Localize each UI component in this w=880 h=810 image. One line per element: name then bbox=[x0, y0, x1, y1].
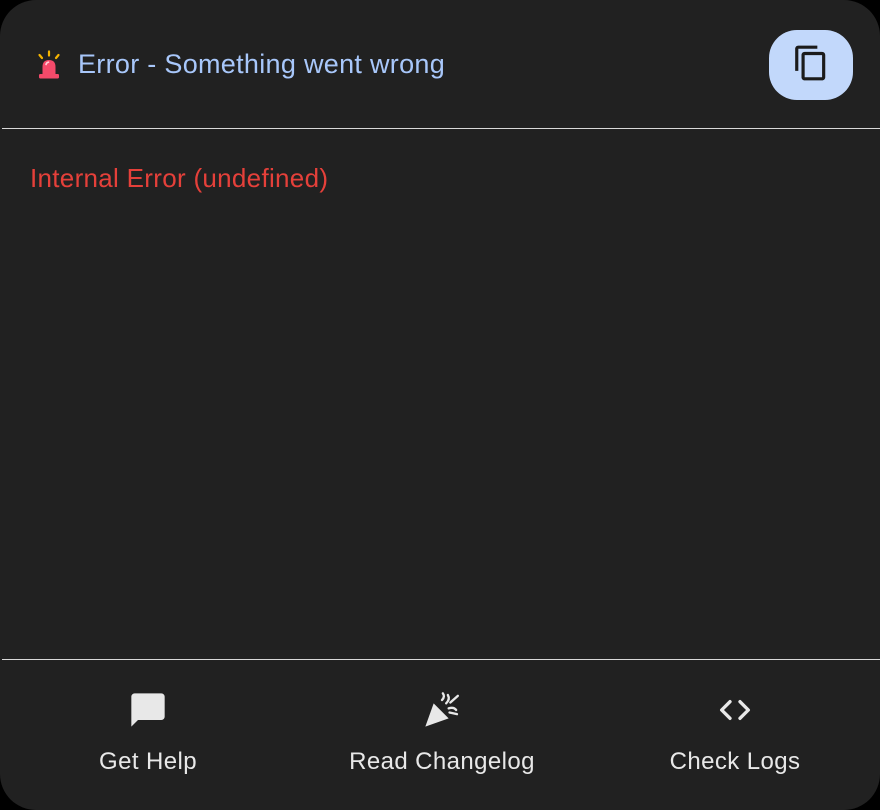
read-changelog-label: Read Changelog bbox=[349, 748, 535, 775]
check-logs-label: Check Logs bbox=[669, 748, 801, 775]
dialog-footer: Get Help Read Changelog Check Logs bbox=[0, 660, 880, 810]
error-dialog: Error - Something went wrong Internal Er… bbox=[0, 0, 880, 810]
dialog-body: Internal Error (undefined) bbox=[0, 129, 880, 659]
error-message: Internal Error (undefined) bbox=[30, 163, 329, 193]
dialog-header: Error - Something went wrong bbox=[0, 0, 880, 128]
get-help-button[interactable]: Get Help bbox=[48, 660, 248, 810]
code-brackets-icon bbox=[715, 690, 755, 730]
get-help-label: Get Help bbox=[99, 748, 197, 775]
dialog-title: Error - Something went wrong bbox=[78, 49, 446, 79]
chat-bubble-icon bbox=[128, 690, 168, 730]
copy-icon bbox=[792, 44, 830, 87]
copy-button[interactable] bbox=[769, 30, 853, 100]
party-popper-icon bbox=[422, 690, 462, 730]
siren-icon bbox=[34, 50, 64, 80]
read-changelog-button[interactable]: Read Changelog bbox=[322, 660, 562, 810]
check-logs-button[interactable]: Check Logs bbox=[635, 660, 835, 810]
